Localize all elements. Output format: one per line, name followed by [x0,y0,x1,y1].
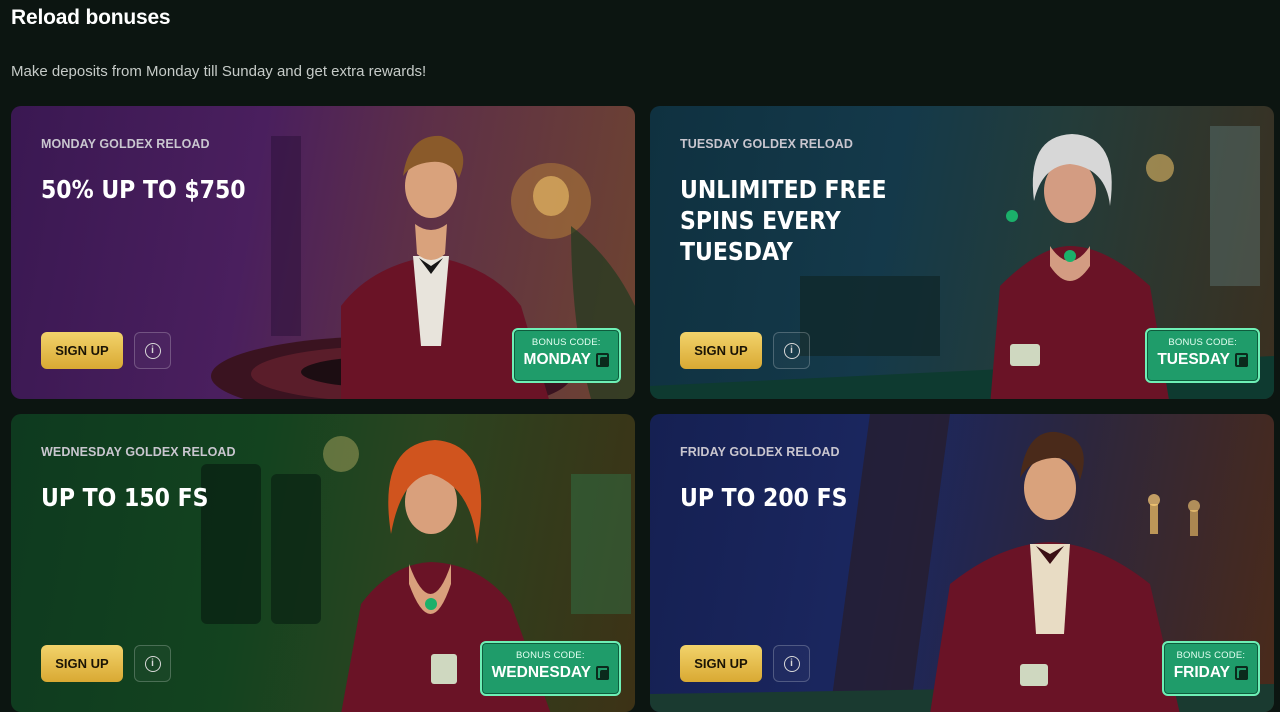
copy-icon[interactable] [1235,353,1248,367]
copy-icon[interactable] [596,353,609,367]
bonus-code-label: BONUS CODE: [1176,650,1246,661]
card-headline: UP TO 200 FS [680,483,848,512]
bonus-code-label: BONUS CODE: [1168,337,1238,348]
sign-up-button[interactable]: SIGN UP [680,645,762,682]
copy-icon[interactable] [596,666,609,680]
info-icon: i [144,342,161,359]
card-headline: 50% UP TO $750 [41,175,246,204]
bonus-code-value: WEDNESDAY [491,664,591,681]
info-icon: i [144,655,161,672]
page-subtitle: Make deposits from Monday till Sunday an… [11,63,427,80]
sign-up-button[interactable]: SIGN UP [41,332,123,369]
bonus-code-value: MONDAY [523,351,591,368]
sign-up-button[interactable]: SIGN UP [41,645,123,682]
info-button[interactable]: i [134,332,171,369]
bonus-cards-grid: MONDAY GOLDEX RELOAD 50% UP TO $750 SIGN… [11,106,1275,712]
page-title: Reload bonuses [11,6,171,29]
bonus-card-wednesday: WEDNESDAY GOLDEX RELOAD UP TO 150 FS SIG… [11,414,635,712]
info-button[interactable]: i [773,332,810,369]
bonus-card-tuesday: TUESDAY GOLDEX RELOAD UNLIMITED FREE SPI… [650,106,1274,399]
bonus-code-value: TUESDAY [1157,351,1230,368]
card-label: TUESDAY GOLDEX RELOAD [680,137,853,151]
card-label: FRIDAY GOLDEX RELOAD [680,445,840,459]
info-icon: i [783,342,800,359]
bonus-card-friday: FRIDAY GOLDEX RELOAD UP TO 200 FS SIGN U… [650,414,1274,712]
bonus-code-box[interactable]: BONUS CODE: TUESDAY [1145,328,1260,383]
bonus-code-label: BONUS CODE: [515,650,585,661]
bonus-code-box[interactable]: BONUS CODE: FRIDAY [1161,641,1260,696]
bonus-code-box[interactable]: BONUS CODE: WEDNESDAY [479,641,621,696]
card-headline: UNLIMITED FREE SPINS EVERY TUESDAY [680,175,887,266]
bonus-code-value: FRIDAY [1173,664,1230,681]
bonus-code-label: BONUS CODE: [531,337,601,348]
bonus-code-box[interactable]: BONUS CODE: MONDAY [511,328,621,383]
card-label: MONDAY GOLDEX RELOAD [41,137,210,151]
copy-icon[interactable] [1235,666,1248,680]
card-headline: UP TO 150 FS [41,483,209,512]
bonus-card-monday: MONDAY GOLDEX RELOAD 50% UP TO $750 SIGN… [11,106,635,399]
info-icon: i [783,655,800,672]
sign-up-button[interactable]: SIGN UP [680,332,762,369]
info-button[interactable]: i [773,645,810,682]
info-button[interactable]: i [134,645,171,682]
card-label: WEDNESDAY GOLDEX RELOAD [41,445,236,459]
